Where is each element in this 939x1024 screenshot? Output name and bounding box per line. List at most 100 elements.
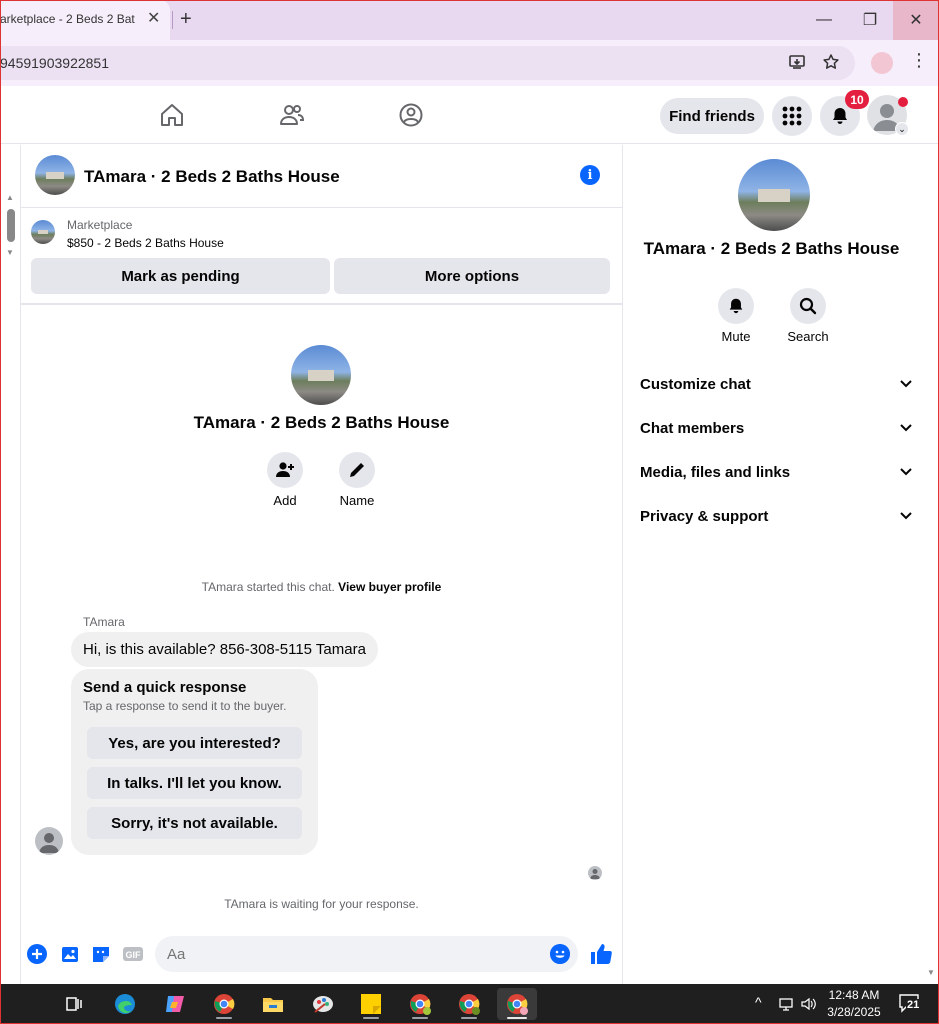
chat-intro-title: TAmara · 2 Beds 2 Baths House: [193, 413, 450, 432]
url-text: 94591903922851: [0, 55, 110, 71]
chevron-down-icon: [900, 512, 912, 520]
marketplace-label: Marketplace: [67, 218, 133, 232]
message-bubble[interactable]: Hi, is this available? 856-308-5115 Tama…: [71, 632, 378, 667]
notification-center-button[interactable]: 21: [898, 993, 922, 1015]
quick-response-card: Send a quick response Tap a response to …: [71, 669, 318, 855]
scrollbar-thumb[interactable]: [7, 209, 15, 242]
seen-indicator-avatar: [588, 866, 602, 880]
clock-date: 3/28/2025: [827, 1005, 881, 1019]
network-icon[interactable]: [778, 996, 794, 1012]
sender-name: TAmara: [83, 615, 125, 629]
copilot-icon[interactable]: [155, 988, 195, 1020]
section-label: Media, files and links: [640, 464, 791, 481]
tab-title: arketplace - 2 Beds 2 Bath: [0, 12, 135, 26]
chrome-icon[interactable]: [204, 988, 244, 1020]
running-indicator: [363, 1017, 379, 1019]
install-app-icon[interactable]: [788, 53, 806, 71]
chrome-profile-3-icon[interactable]: [449, 988, 489, 1020]
home-icon[interactable]: [159, 102, 185, 128]
emoji-icon[interactable]: [550, 944, 570, 964]
divider: [20, 207, 623, 208]
more-options-button[interactable]: More options: [334, 258, 610, 294]
system-clock[interactable]: 12:48 AM 3/28/2025: [820, 987, 888, 1021]
profile-circle-icon[interactable]: [398, 102, 424, 128]
new-tab-button[interactable]: +: [180, 8, 192, 30]
quick-response-subtitle: Tap a response to send it to the buyer.: [83, 699, 287, 713]
tab-separator: [172, 11, 173, 29]
running-indicator: [216, 1017, 232, 1019]
browser-menu-icon[interactable]: ⋮: [910, 50, 928, 71]
paint-icon[interactable]: [303, 988, 343, 1020]
scroll-down-arrow[interactable]: ▼: [6, 248, 14, 257]
maximize-button[interactable]: ❐: [847, 0, 893, 40]
quick-response-interested[interactable]: Yes, are you interested?: [87, 727, 302, 759]
mute-button[interactable]: [718, 288, 754, 324]
waiting-notice: TAmara is waiting for your response.: [224, 897, 419, 911]
buyer-avatar[interactable]: [35, 827, 63, 855]
menu-grid-button[interactable]: [772, 96, 812, 136]
windows-taskbar: ^ 12:48 AM 3/28/2025 21: [0, 984, 939, 1024]
account-alert-dot: [898, 97, 908, 107]
chat-started-notice: TAmara started this chat. View buyer pro…: [20, 580, 623, 594]
right-panel-title: TAmara · 2 Beds 2 Baths House: [643, 239, 900, 258]
quick-response-not-available[interactable]: Sorry, it's not available.: [87, 807, 302, 839]
add-people-button[interactable]: [267, 452, 303, 488]
chat-title[interactable]: TAmara · 2 Beds 2 Baths House: [84, 167, 340, 187]
account-chevron-icon[interactable]: ⌄: [895, 122, 909, 136]
section-privacy-support[interactable]: Privacy & support: [640, 508, 912, 532]
default-avatar-icon: [39, 833, 59, 853]
view-buyer-profile-link[interactable]: View buyer profile: [338, 580, 441, 594]
search-icon: [799, 297, 817, 315]
section-chat-members[interactable]: Chat members: [640, 420, 912, 444]
bell-icon: [833, 108, 847, 124]
browser-profile-avatar[interactable]: [871, 52, 893, 74]
notification-count: 21: [906, 999, 921, 1011]
bell-icon: [729, 298, 743, 314]
chat-header-avatar[interactable]: [35, 155, 75, 195]
thumbs-up-icon[interactable]: [589, 942, 613, 966]
sticky-notes-icon[interactable]: [351, 988, 391, 1020]
add-label: Add: [273, 493, 297, 508]
name-chat-button[interactable]: [339, 452, 375, 488]
tray-overflow-icon[interactable]: ^: [755, 994, 762, 1010]
search-chat-button[interactable]: [790, 288, 826, 324]
volume-icon[interactable]: [800, 996, 816, 1012]
address-bar[interactable]: 94591903922851: [0, 46, 855, 80]
minimize-button[interactable]: —: [801, 0, 847, 40]
quick-response-in-talks[interactable]: In talks. I'll let you know.: [87, 767, 302, 799]
edge-browser-icon[interactable]: [105, 988, 145, 1020]
svg-text:GIF: GIF: [126, 950, 142, 960]
listing-thumbnail[interactable]: [31, 220, 55, 244]
plus-circle-icon[interactable]: [26, 943, 48, 965]
chrome-profile-4-icon[interactable]: [497, 988, 537, 1020]
section-customize-chat[interactable]: Customize chat: [640, 376, 912, 400]
page-scroll-down-arrow[interactable]: ▼: [927, 968, 935, 977]
divider: [20, 303, 623, 305]
close-window-button[interactable]: ✕: [893, 0, 939, 40]
info-icon[interactable]: i: [580, 165, 600, 185]
scroll-up-arrow[interactable]: ▲: [6, 193, 14, 202]
sticker-icon[interactable]: [90, 943, 112, 965]
add-person-icon: [276, 462, 294, 477]
listing-price-title[interactable]: $850 - 2 Beds 2 Baths House: [67, 236, 224, 250]
gif-icon[interactable]: GIF: [122, 943, 144, 965]
running-indicator: [461, 1017, 477, 1019]
mark-as-pending-button[interactable]: Mark as pending: [31, 258, 330, 294]
notification-badge: 10: [845, 90, 869, 109]
bookmark-star-icon[interactable]: [822, 53, 840, 71]
right-panel-avatar: [738, 159, 810, 231]
friends-icon[interactable]: [279, 102, 305, 128]
tab-close-icon[interactable]: ✕: [147, 10, 160, 28]
section-media-files-links[interactable]: Media, files and links: [640, 464, 912, 488]
browser-tab[interactable]: arketplace - 2 Beds 2 Bath ✕: [0, 0, 170, 40]
chevron-down-icon: [900, 424, 912, 432]
section-label: Chat members: [640, 420, 745, 437]
task-view-icon[interactable]: [54, 988, 94, 1020]
photo-icon[interactable]: [59, 943, 81, 965]
find-friends-button[interactable]: Find friends: [660, 98, 764, 134]
message-input[interactable]: [155, 936, 578, 972]
chrome-profile-2-icon[interactable]: [400, 988, 440, 1020]
file-explorer-icon[interactable]: [253, 988, 293, 1020]
started-text: TAmara started this chat.: [201, 580, 335, 594]
pencil-icon: [350, 463, 364, 477]
